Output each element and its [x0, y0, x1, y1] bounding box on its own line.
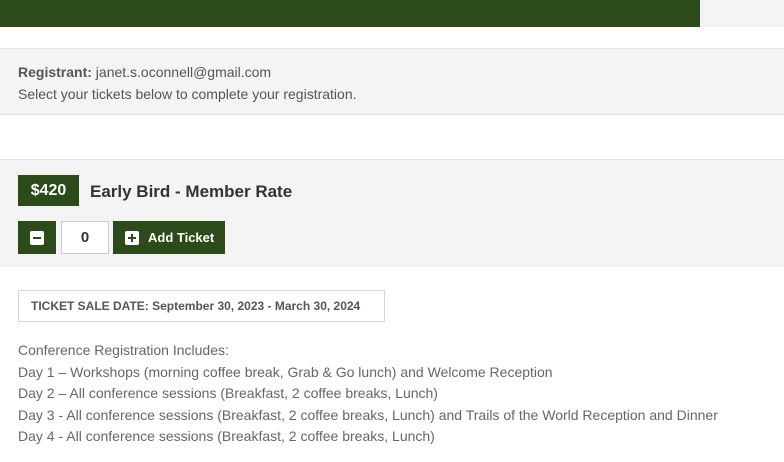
ticket-name: Early Bird - Member Rate	[90, 182, 293, 201]
add-ticket-label: Add Ticket	[148, 230, 215, 245]
registrant-info-panel: Registrant: janet.s.oconnell@gmail.com S…	[0, 48, 784, 115]
ticket-card-header: $420 Early Bird - Member Rate Add Ticket	[0, 159, 784, 267]
includes-item: Day 3 - All conference sessions (Breakfa…	[18, 406, 718, 423]
registrant-email: janet.s.oconnell@gmail.com	[95, 64, 272, 80]
plus-icon	[125, 230, 139, 245]
registration-progress-fill	[0, 0, 701, 27]
registrant-label: Registrant:	[18, 64, 92, 80]
includes-item: Day 1 – Workshops (morning coffee break,…	[18, 363, 553, 380]
registrant-line: Registrant: janet.s.oconnell@gmail.com	[18, 64, 271, 80]
registration-instructions: Select your tickets below to complete yo…	[18, 86, 357, 102]
minus-icon	[30, 230, 44, 245]
includes-item: Day 4 - All conference sessions (Breakfa…	[18, 428, 435, 445]
includes-item: Day 2 – All conference sessions (Breakfa…	[18, 385, 438, 402]
registration-progress-bar	[0, 0, 784, 27]
includes-title: Conference Registration Includes:	[18, 342, 229, 358]
ticket-includes: Conference Registration Includes: Day 1 …	[18, 340, 718, 448]
ticket-price-badge: $420	[18, 175, 79, 206]
decrease-quantity-button[interactable]	[18, 221, 56, 254]
ticket-sale-date: TICKET SALE DATE: September 30, 2023 - M…	[18, 290, 385, 322]
ticket-quantity-input[interactable]	[61, 221, 109, 254]
add-ticket-button[interactable]: Add Ticket	[113, 221, 225, 254]
